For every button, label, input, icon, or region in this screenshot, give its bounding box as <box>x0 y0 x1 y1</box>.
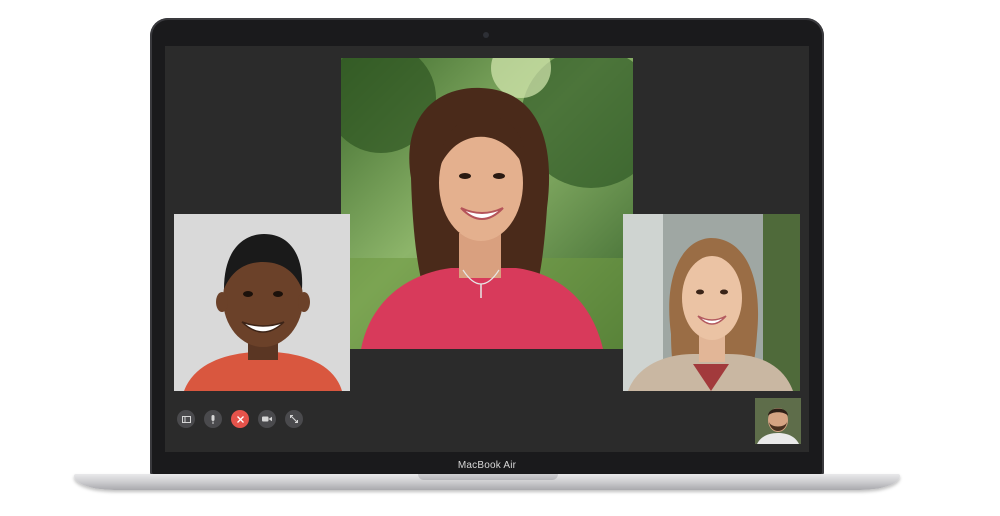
camera-toggle-button[interactable] <box>258 410 276 428</box>
webcam <box>483 32 489 38</box>
laptop-notch <box>418 474 558 480</box>
participant-video-self <box>755 398 801 444</box>
expand-icon <box>290 415 298 423</box>
stage: MacBook Air <box>0 0 1000 516</box>
participant-video-right <box>623 214 800 391</box>
sidebar-toggle-button[interactable] <box>177 410 195 428</box>
laptop-chin: MacBook Air <box>165 455 809 475</box>
sidebar-icon <box>181 415 191 423</box>
self-view-thumbnail[interactable] <box>755 398 801 444</box>
fullscreen-button[interactable] <box>285 410 303 428</box>
participant-video-main <box>341 58 633 349</box>
facetime-window <box>165 46 809 452</box>
close-icon <box>236 415 244 423</box>
call-controls <box>177 410 303 428</box>
mute-button[interactable] <box>204 410 222 428</box>
end-call-button[interactable] <box>231 410 249 428</box>
device-label: MacBook Air <box>457 459 517 471</box>
video-camera-icon <box>262 416 272 422</box>
participant-video-left <box>174 214 350 391</box>
video-tile-right[interactable] <box>623 214 800 391</box>
microphone-icon <box>211 414 215 424</box>
video-tile-left[interactable] <box>174 214 350 391</box>
video-tile-main[interactable] <box>341 58 633 349</box>
